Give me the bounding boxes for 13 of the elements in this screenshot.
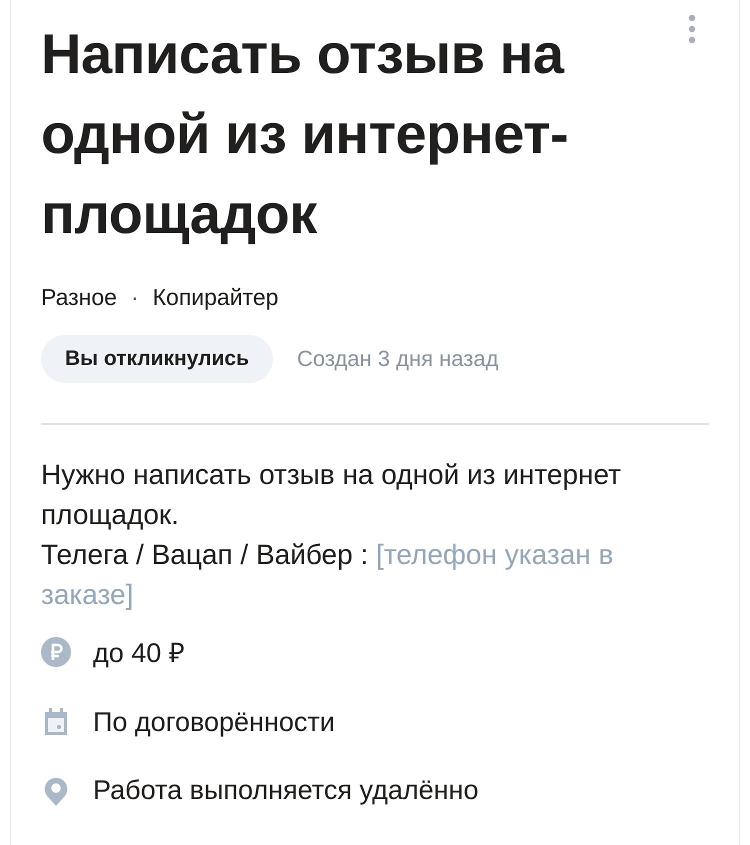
detail-text: Работа выполняется удалённо: [93, 774, 478, 806]
contacts-text: Телега / Вацап / Вайбер : [телефон указан в заказе]: [41, 538, 614, 612]
ruble-icon: [41, 636, 71, 668]
detail-text: до 40 ₽: [93, 637, 185, 670]
status-badge: Вы откликнулись: [41, 335, 273, 383]
category-link[interactable]: Копирайтер: [152, 284, 278, 311]
separator-dot: ·: [130, 284, 139, 311]
order-title: Написать отзыв на одной из интернет-площадок: [41, 21, 570, 247]
created-date: Создан 3 дня назад: [296, 346, 498, 372]
detail-text: По договорённости: [93, 706, 335, 738]
category-link[interactable]: Разное: [41, 284, 117, 311]
more-icon[interactable]: [687, 14, 697, 44]
description-text: Нужно написать отзыв на одной из интернет площадок.: [41, 458, 622, 532]
